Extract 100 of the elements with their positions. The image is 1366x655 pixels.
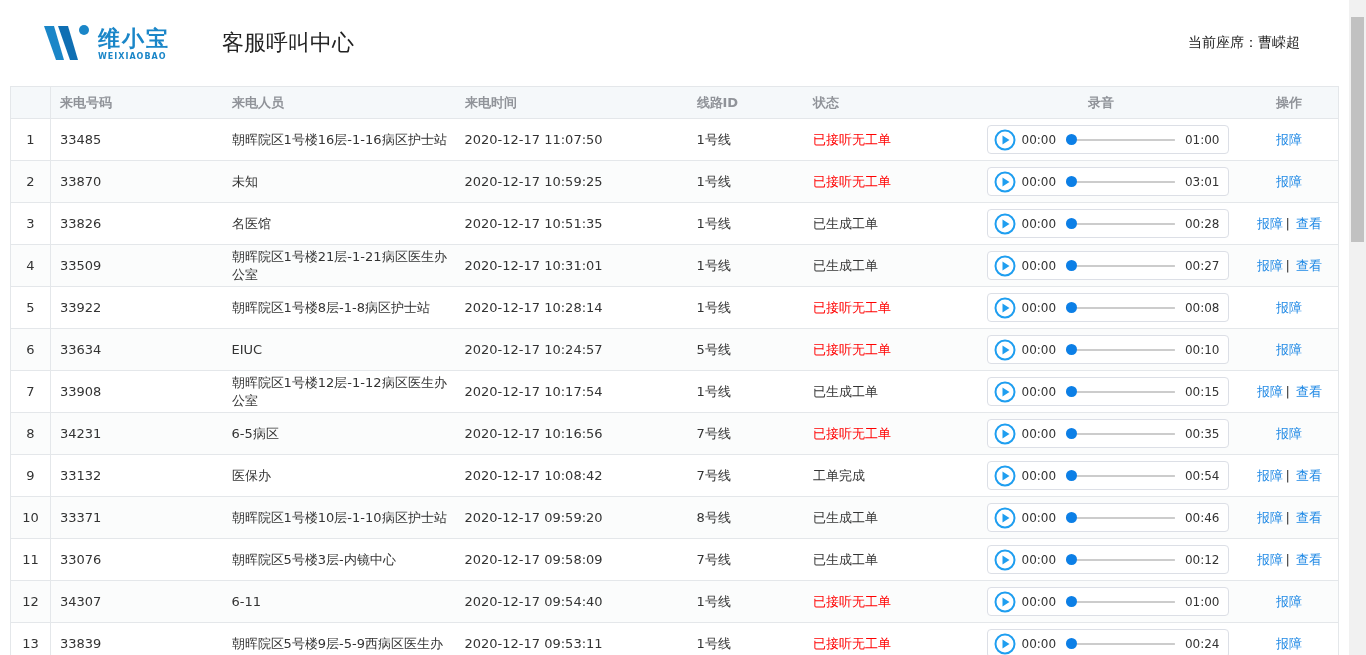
action-link[interactable]: 报障 <box>1256 467 1283 483</box>
play-icon[interactable] <box>993 296 1016 319</box>
column-header: 状态 <box>803 86 961 119</box>
duration: 00:24 <box>1184 635 1220 653</box>
row-number: 6 <box>10 328 51 371</box>
separator: | <box>1285 215 1290 231</box>
scrollbar[interactable] <box>1349 0 1366 655</box>
status-cell: 已接听无工单 <box>803 580 961 623</box>
action-link[interactable]: 报障 <box>1256 509 1283 525</box>
play-icon[interactable] <box>993 212 1016 235</box>
row-number: 11 <box>10 538 51 581</box>
action-link[interactable]: 报障 <box>1276 425 1303 441</box>
table-cell: 1号线 <box>687 160 804 203</box>
action-link[interactable]: 查看 <box>1295 215 1322 231</box>
table-cell: 2020-12-17 09:53:11 <box>455 622 688 655</box>
action-link[interactable]: 查看 <box>1295 551 1322 567</box>
duration: 00:12 <box>1184 551 1220 569</box>
table-cell: 2020-12-17 09:54:40 <box>455 580 688 623</box>
table-cell: 2020-12-17 10:16:56 <box>455 412 688 455</box>
row-number: 3 <box>10 202 51 245</box>
action-link[interactable]: 查看 <box>1295 383 1322 399</box>
duration: 00:28 <box>1184 215 1220 233</box>
play-icon[interactable] <box>993 590 1016 613</box>
column-header: 来电号码 <box>50 86 223 119</box>
action-link[interactable]: 报障 <box>1256 257 1283 273</box>
status-cell: 工单完成 <box>803 454 961 497</box>
table-cell: 34307 <box>50 580 223 623</box>
table-cell: 1号线 <box>687 118 804 161</box>
current-time: 00:00 <box>1021 551 1057 569</box>
play-icon[interactable] <box>993 464 1016 487</box>
action-link[interactable]: 报障 <box>1256 551 1283 567</box>
table-cell: 朝晖院区5号楼3层-内镜中心 <box>222 538 456 581</box>
table-cell: 7号线 <box>687 454 804 497</box>
table-cell: 1号线 <box>687 202 804 245</box>
table-cell: 33839 <box>50 622 223 655</box>
play-icon[interactable] <box>993 254 1016 277</box>
table-cell: 未知 <box>222 160 456 203</box>
status-cell: 已接听无工单 <box>803 412 961 455</box>
play-icon[interactable] <box>993 548 1016 571</box>
play-icon[interactable] <box>993 632 1016 655</box>
status-cell: 已生成工单 <box>803 496 961 539</box>
action-link[interactable]: 查看 <box>1295 257 1322 273</box>
action-link[interactable]: 报障 <box>1256 215 1283 231</box>
table-cell: 1号线 <box>687 370 804 413</box>
row-number: 7 <box>10 370 51 413</box>
row-number: 12 <box>10 580 51 623</box>
status-cell: 已生成工单 <box>803 370 961 413</box>
duration: 00:35 <box>1184 425 1220 443</box>
play-icon[interactable] <box>993 170 1016 193</box>
separator: | <box>1285 509 1290 525</box>
table-cell: 医保办 <box>222 454 456 497</box>
duration: 01:00 <box>1184 131 1220 149</box>
current-time: 00:00 <box>1021 341 1057 359</box>
table-cell: 2020-12-17 09:58:09 <box>455 538 688 581</box>
table-cell: 33826 <box>50 202 223 245</box>
duration: 00:08 <box>1184 299 1220 317</box>
play-icon[interactable] <box>993 128 1016 151</box>
current-time: 00:00 <box>1021 635 1057 653</box>
current-time: 00:00 <box>1021 173 1057 191</box>
row-number: 4 <box>10 244 51 287</box>
current-time: 00:00 <box>1021 425 1057 443</box>
action-link[interactable]: 查看 <box>1295 467 1322 483</box>
table-cell: 朝晖院区1号楼10层-1-10病区护士站 <box>222 496 456 539</box>
play-icon[interactable] <box>993 422 1016 445</box>
table-cell: 33922 <box>50 286 223 329</box>
table-cell: 33485 <box>50 118 223 161</box>
duration: 00:15 <box>1184 383 1220 401</box>
table-cell: 2020-12-17 10:31:01 <box>455 244 688 287</box>
status-cell: 已生成工单 <box>803 538 961 581</box>
logo-subtitle: WEIXIAOBAO <box>98 51 168 61</box>
scrollbar-thumb[interactable] <box>1351 17 1364 242</box>
action-link[interactable]: 查看 <box>1295 509 1322 525</box>
action-link[interactable]: 报障 <box>1276 635 1303 651</box>
action-link[interactable]: 报障 <box>1276 173 1303 189</box>
column-header: 线路ID <box>687 86 804 119</box>
action-link[interactable]: 报障 <box>1276 299 1303 315</box>
row-number: 10 <box>10 496 51 539</box>
play-icon[interactable] <box>993 338 1016 361</box>
play-icon[interactable] <box>993 506 1016 529</box>
table-cell: EIUC <box>222 328 456 371</box>
column-header: 录音 <box>960 86 1241 119</box>
current-time: 00:00 <box>1021 383 1057 401</box>
table-cell: 1号线 <box>687 580 804 623</box>
table-cell: 2020-12-17 10:24:57 <box>455 328 688 371</box>
table-cell: 33076 <box>50 538 223 581</box>
column-header: 来电人员 <box>222 86 456 119</box>
separator: | <box>1285 257 1290 273</box>
action-link[interactable]: 报障 <box>1276 341 1303 357</box>
table-cell: 1号线 <box>687 286 804 329</box>
row-number: 13 <box>10 622 51 655</box>
action-link[interactable]: 报障 <box>1276 131 1303 147</box>
action-link[interactable]: 报障 <box>1256 383 1283 399</box>
table-cell: 2020-12-17 11:07:50 <box>455 118 688 161</box>
agent-name: 曹嵘超 <box>1258 34 1300 50</box>
table-cell: 朝晖院区5号楼9层-5-9西病区医生办 <box>222 622 456 655</box>
table-cell: 2020-12-17 09:59:20 <box>455 496 688 539</box>
logo-name: 维小宝 <box>98 25 170 52</box>
play-icon[interactable] <box>993 380 1016 403</box>
row-number: 1 <box>10 118 51 161</box>
action-link[interactable]: 报障 <box>1276 593 1303 609</box>
